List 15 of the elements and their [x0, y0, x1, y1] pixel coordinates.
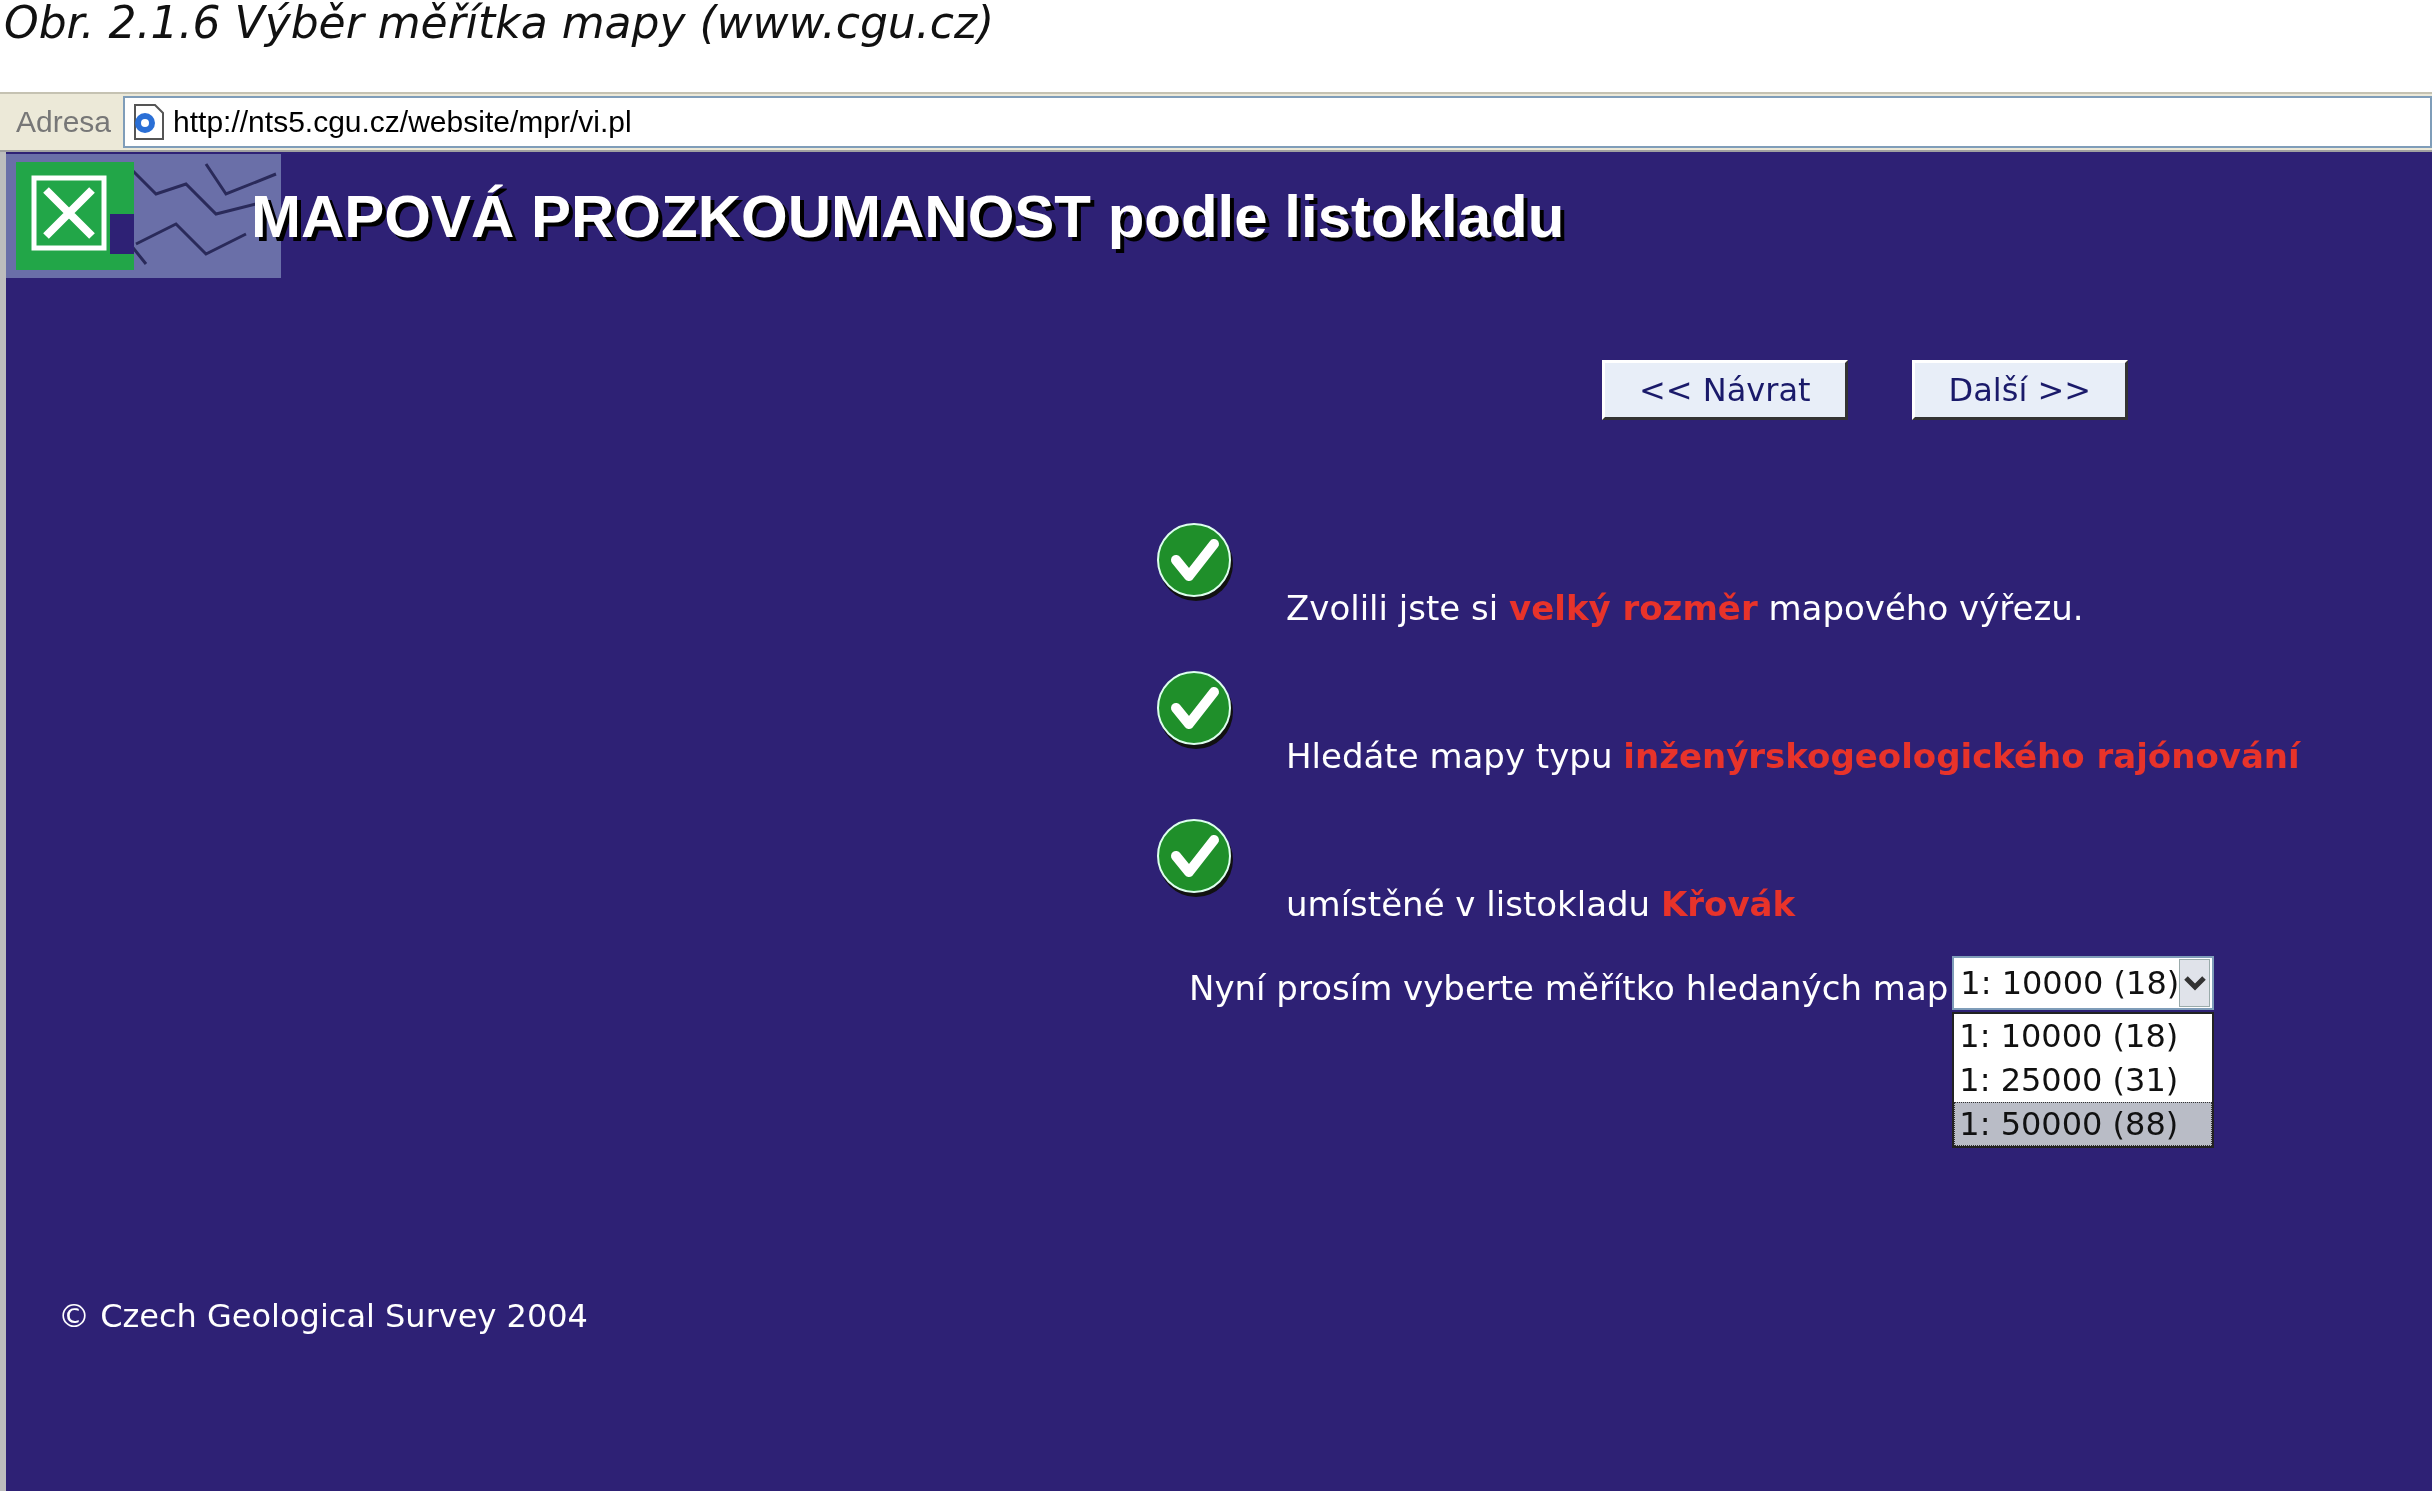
address-label: Adresa [15, 105, 113, 139]
chevron-down-icon [2182, 975, 2207, 991]
scale-select[interactable]: 1: 10000 (18) [1952, 956, 2215, 1010]
step-text: umístěné v listokladu Křovák [1286, 884, 1797, 926]
step-text: Zvolili jste si velký rozměr mapového výřezu. [1286, 588, 2085, 630]
step-text: Hledáte mapy typu inženýrskogeologického rajónování [1286, 736, 2302, 778]
page-icon [131, 103, 166, 141]
address-field[interactable]: http://nts5.cgu.cz/website/mpr/vi.pl [123, 96, 2432, 148]
nav-button[interactable]: << Návrat [1602, 360, 1848, 420]
figure-caption: Obr. 2.1.6 Výběr měřítka mapy (www.cgu.cz) [3, 0, 996, 50]
nav-button[interactable]: Další >> [1911, 360, 2129, 420]
scale-label: Nyní prosím vyberte měřítko hledaných map [1189, 967, 1949, 1008]
page-title: MAPOVÁ PROZKOUMANOST podle listokladu [251, 181, 1565, 251]
dropdown-option[interactable]: 1: 50000 (88) [1954, 1102, 2213, 1146]
copyright-text: © Czech Geological Survey 2004 [58, 1297, 588, 1335]
